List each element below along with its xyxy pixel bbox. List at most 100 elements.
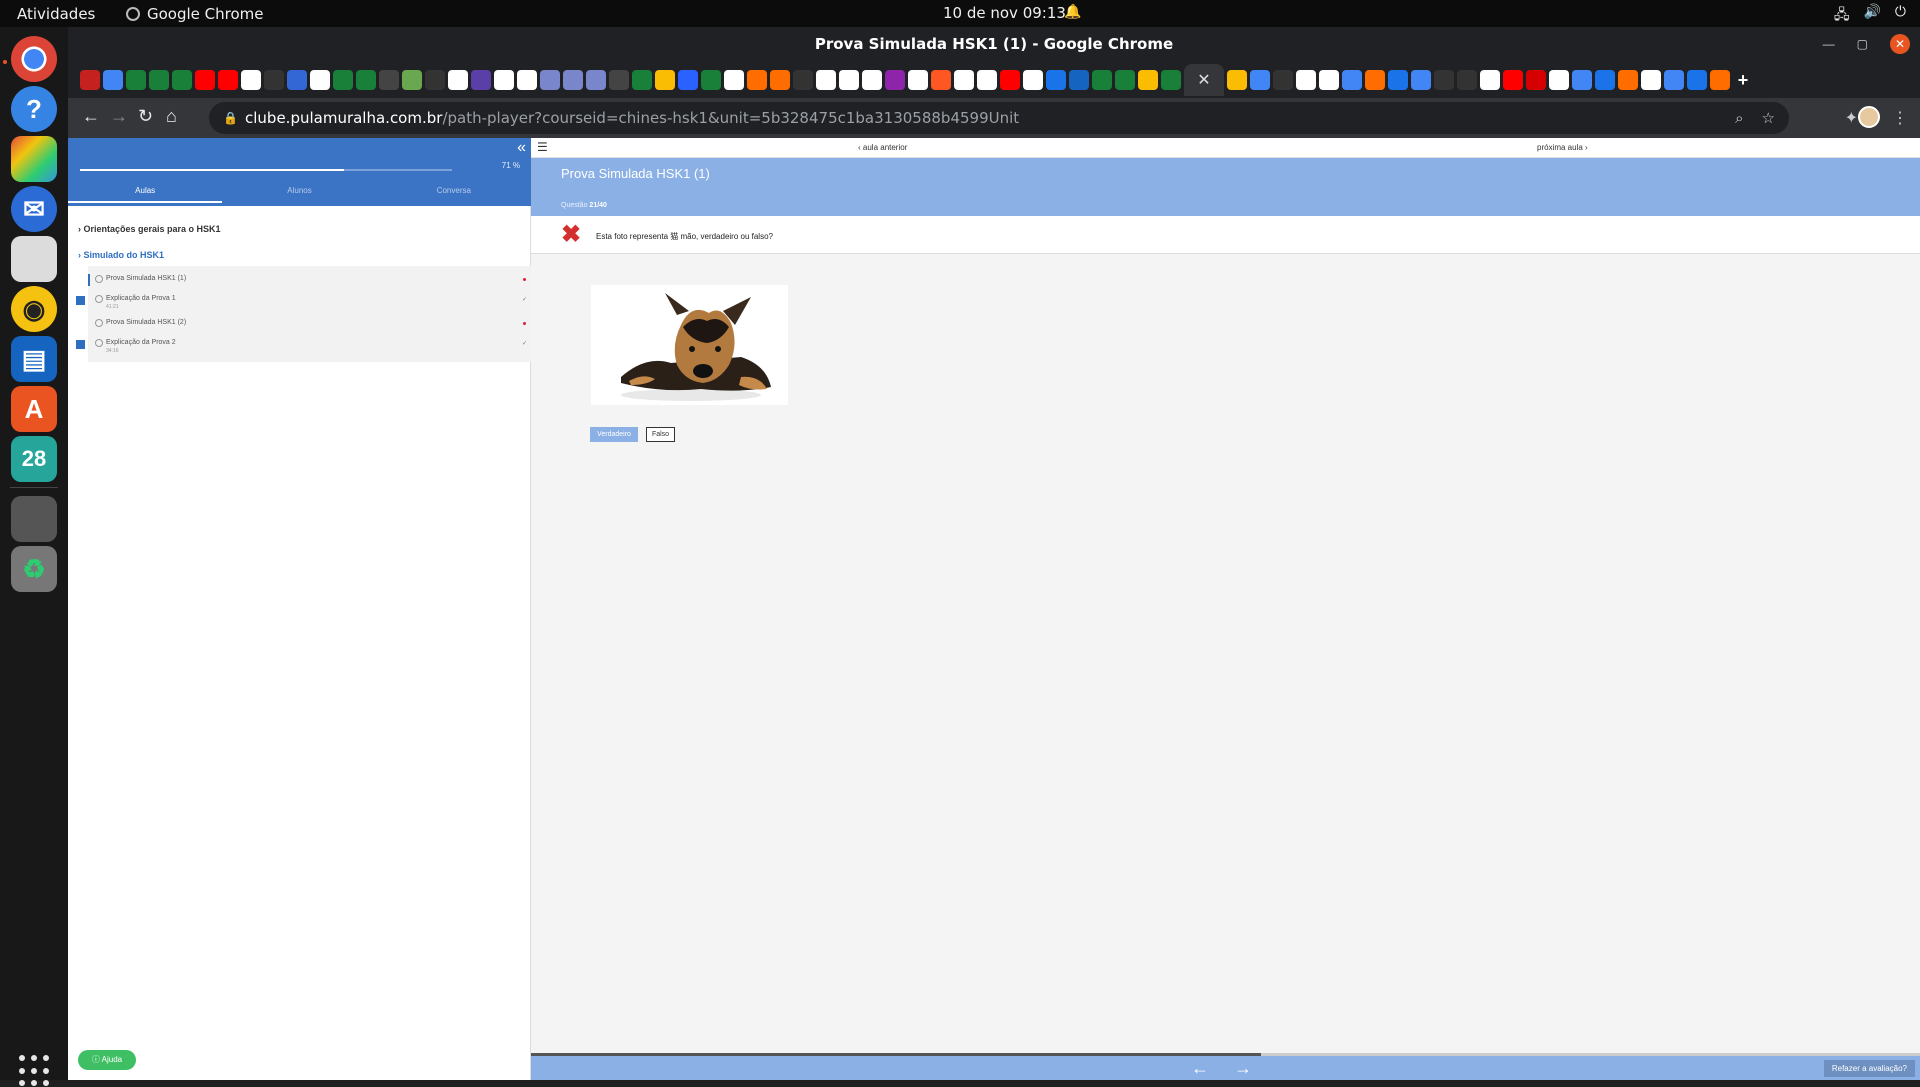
tab-favicon-icon[interactable] [287, 70, 307, 90]
tab-favicon-icon[interactable] [563, 70, 583, 90]
tab-favicon-icon[interactable] [1457, 70, 1477, 90]
tab-favicon-icon[interactable] [1250, 70, 1270, 90]
tab-favicon-icon[interactable] [1411, 70, 1431, 90]
tab-favicon-icon[interactable] [931, 70, 951, 90]
tab-favicon-icon[interactable] [241, 70, 261, 90]
tab-favicon-icon[interactable] [494, 70, 514, 90]
address-bar[interactable]: 🔒 clube.pulamuralha.com.br/path-player?c… [209, 102, 1789, 134]
close-window-icon[interactable]: ✕ [1890, 34, 1910, 54]
tab-favicon-icon[interactable] [1641, 70, 1661, 90]
previous-lesson-link[interactable]: ‹ aula anterior [858, 143, 907, 152]
tab-favicon-icon[interactable] [1503, 70, 1523, 90]
tab-favicon-icon[interactable] [425, 70, 445, 90]
tab-favicon-icon[interactable] [1273, 70, 1293, 90]
reload-icon[interactable]: ↻ [138, 106, 153, 127]
lesson-item[interactable]: Prova Simulada HSK1 (1) [88, 274, 531, 294]
zoom-icon[interactable]: ⌕ [1735, 102, 1743, 134]
tab-favicon-icon[interactable] [1138, 70, 1158, 90]
tab-favicon-icon[interactable] [1319, 70, 1339, 90]
collapse-sidebar-icon[interactable]: « [517, 139, 526, 157]
tab-favicon-icon[interactable] [103, 70, 123, 90]
tab-favicon-icon[interactable] [1000, 70, 1020, 90]
tab-favicon-icon[interactable] [80, 70, 100, 90]
extensions-icon[interactable]: ✦ [1845, 108, 1858, 128]
tab-favicon-icon[interactable] [724, 70, 744, 90]
tab-favicon-icon[interactable] [1092, 70, 1112, 90]
section-orientacoes[interactable]: › Orientações gerais para o HSK1 [78, 224, 221, 234]
help-launcher-icon[interactable]: ? [11, 86, 57, 132]
tab-favicon-icon[interactable] [1549, 70, 1569, 90]
tab-favicon-icon[interactable] [1618, 70, 1638, 90]
tab-conversa[interactable]: Conversa [377, 183, 531, 203]
system-tray[interactable]: 🖧 🔊 ⏻ [1834, 4, 1906, 28]
lesson-item[interactable]: Explicação da Prova 2 34:16 ✓ [76, 338, 531, 358]
tab-favicon-icon[interactable] [1664, 70, 1684, 90]
new-tab-icon[interactable]: + [1733, 70, 1753, 90]
tab-favicon-icon[interactable] [1595, 70, 1615, 90]
tab-favicon-icon[interactable] [954, 70, 974, 90]
maximize-icon[interactable]: ▢ [1857, 37, 1868, 51]
profile-avatar[interactable] [1858, 106, 1880, 128]
tab-favicon-icon[interactable] [379, 70, 399, 90]
tab-favicon-icon[interactable] [747, 70, 767, 90]
activities-button[interactable]: Atividades [17, 5, 95, 23]
files-launcher-icon[interactable] [11, 236, 57, 282]
calendar-launcher-icon[interactable]: 28 [11, 436, 57, 482]
lesson-item[interactable]: Explicação da Prova 1 41:21 ✓ [76, 294, 531, 314]
tab-favicon-icon[interactable] [1365, 70, 1385, 90]
tab-favicon-icon[interactable] [1296, 70, 1316, 90]
tab-favicon-icon[interactable] [1342, 70, 1362, 90]
tab-favicon-icon[interactable] [126, 70, 146, 90]
tab-favicon-icon[interactable] [517, 70, 537, 90]
chrome-launcher-icon[interactable] [11, 36, 57, 82]
tab-favicon-icon[interactable] [448, 70, 468, 90]
lesson-item[interactable]: Prova Simulada HSK1 (2) [88, 318, 531, 338]
forward-icon[interactable]: → [110, 106, 128, 127]
tab-favicon-icon[interactable] [839, 70, 859, 90]
tab-favicon-icon[interactable] [1161, 70, 1181, 90]
tab-favicon-icon[interactable] [862, 70, 882, 90]
minimize-icon[interactable]: — [1823, 37, 1835, 51]
show-apps-icon[interactable] [19, 1055, 51, 1087]
tab-favicon-icon[interactable] [1046, 70, 1066, 90]
removable-drive-icon[interactable] [11, 496, 57, 542]
answer-false-button[interactable]: Falso [646, 427, 675, 442]
tab-favicon-icon[interactable] [149, 70, 169, 90]
tab-favicon-icon[interactable] [1115, 70, 1135, 90]
thunderbird-launcher-icon[interactable]: ✉ [11, 186, 57, 232]
next-lesson-link[interactable]: próxima aula › [1537, 143, 1588, 152]
writer-launcher-icon[interactable]: ▤ [11, 336, 57, 382]
tab-favicon-icon[interactable] [218, 70, 238, 90]
cube-app-launcher-icon[interactable] [11, 136, 57, 182]
active-tab-close-icon[interactable]: ✕ [1184, 64, 1224, 96]
tab-favicon-icon[interactable] [1388, 70, 1408, 90]
tab-favicon-icon[interactable] [310, 70, 330, 90]
tab-favicon-icon[interactable] [1687, 70, 1707, 90]
tab-favicon-icon[interactable] [356, 70, 376, 90]
tab-favicon-icon[interactable] [172, 70, 192, 90]
menu-icon[interactable]: ☰ [537, 140, 548, 154]
tab-favicon-icon[interactable] [655, 70, 675, 90]
bookmark-star-icon[interactable]: ☆ [1762, 102, 1775, 134]
app-menu[interactable]: Google Chrome [126, 5, 264, 23]
tab-favicon-icon[interactable] [1434, 70, 1454, 90]
rhythmbox-launcher-icon[interactable]: ◉ [11, 286, 57, 332]
tab-favicon-icon[interactable] [471, 70, 491, 90]
tab-favicon-icon[interactable] [540, 70, 560, 90]
tab-favicon-icon[interactable] [1069, 70, 1089, 90]
tab-favicon-icon[interactable] [1023, 70, 1043, 90]
tab-favicon-icon[interactable] [816, 70, 836, 90]
home-icon[interactable]: ⌂ [166, 106, 177, 127]
trash-icon[interactable]: ♻ [11, 546, 57, 592]
tab-favicon-icon[interactable] [1227, 70, 1247, 90]
tab-aulas[interactable]: Aulas [68, 183, 223, 203]
tab-favicon-icon[interactable] [701, 70, 721, 90]
tab-favicon-icon[interactable] [609, 70, 629, 90]
tab-favicon-icon[interactable] [770, 70, 790, 90]
tab-favicon-icon[interactable] [793, 70, 813, 90]
tab-favicon-icon[interactable] [195, 70, 215, 90]
redo-assessment-button[interactable]: Refazer a avaliação? [1823, 1060, 1915, 1077]
back-icon[interactable]: ← [82, 106, 100, 127]
tab-favicon-icon[interactable] [1526, 70, 1546, 90]
tab-favicon-icon[interactable] [632, 70, 652, 90]
